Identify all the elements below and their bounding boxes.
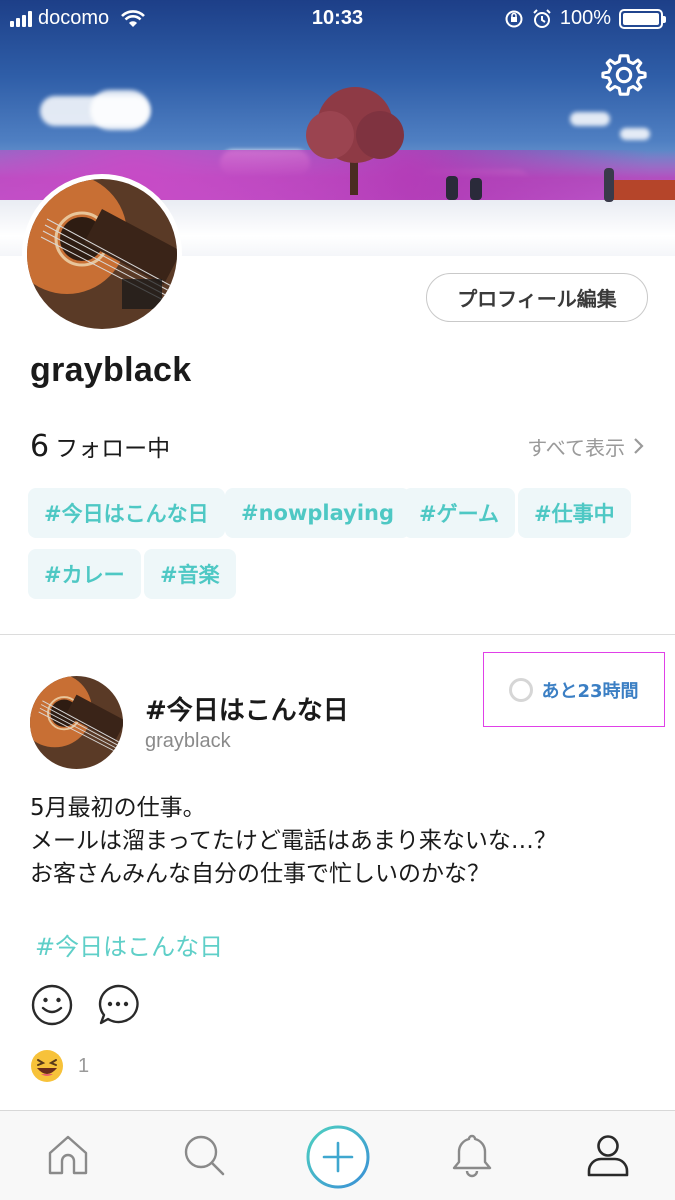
post-author[interactable]: grayblack [145,730,231,753]
post-body-line: 5月最初の仕事。 [30,795,206,821]
reaction-count: 1 [78,1054,90,1077]
post-author-avatar[interactable] [30,676,123,769]
following-count: 6 [30,428,50,464]
tag-chip[interactable]: #ゲーム [403,488,515,538]
alarm-icon [533,8,551,28]
reaction-summary[interactable]: 1 [30,1049,89,1083]
tag-chip[interactable]: #カレー [28,549,141,599]
section-divider [0,634,675,635]
guitar-avatar-image [27,179,177,329]
guitar-avatar-image [30,676,123,769]
profile-avatar[interactable] [22,174,182,334]
username: grayblack [30,351,192,389]
chevron-right-icon [634,438,644,454]
show-all-label: すべて表示 [527,435,625,460]
status-bar: docomo 10:33 100% [0,0,675,38]
home-icon[interactable] [44,1131,92,1179]
following-row[interactable]: 6 フォロー中 すべて表示 [30,426,645,466]
laughing-emoji-icon [31,1050,63,1082]
following-label: フォロー中 [55,436,171,462]
post-body-line: お客さんみんな自分の仕事で忙しいのかな？ [30,861,490,887]
smiley-icon[interactable] [30,983,74,1027]
edit-profile-button[interactable]: プロフィール編集 [426,273,648,322]
show-all-link[interactable]: すべて表示 [527,432,645,461]
profile-icon[interactable] [584,1131,632,1179]
time-remaining-badge: あと23時間 [483,652,665,727]
comment-icon[interactable] [96,983,140,1027]
tag-chip[interactable]: #nowplaying [225,488,410,538]
tag-chip[interactable]: #今日はこんな日 [28,488,225,538]
time-remaining-text: あと23時間 [541,680,639,702]
gear-icon[interactable] [601,52,647,98]
post-title[interactable]: #今日はこんな日 [145,690,349,727]
post-hashtag-link[interactable]: #今日はこんな日 [35,927,223,962]
bell-icon[interactable] [448,1131,496,1179]
tag-chip[interactable]: #音楽 [144,549,236,599]
post-body: 5月最初の仕事。 メールは溜まってたけど電話はあまり来ないな…？ お客さんみんな… [30,792,650,891]
tab-bar [0,1110,675,1200]
tag-chip[interactable]: #仕事中 [518,488,631,538]
search-icon[interactable] [180,1131,228,1179]
battery-icon [619,8,666,29]
plus-icon[interactable] [305,1124,371,1190]
battery-percent: 100% [559,7,611,29]
timer-ring-icon [509,677,534,702]
rotation-lock-icon [505,10,523,27]
post-body-line: メールは溜まってたけど電話はあまり来ないな…？ [30,828,557,854]
